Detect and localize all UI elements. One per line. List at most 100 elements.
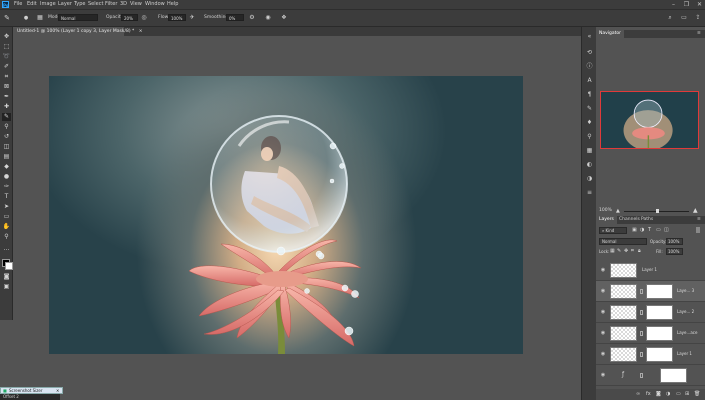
blur-tool-icon[interactable]: ◆ [2, 163, 11, 171]
history-brush-tool-icon[interactable]: ↺ [2, 133, 11, 141]
close-window-button[interactable]: ✕ [695, 0, 704, 9]
more-tools-icon[interactable]: … [2, 245, 11, 253]
mask-link-icon[interactable] [640, 331, 643, 336]
tab-layers[interactable]: Layers [596, 216, 617, 224]
layer-fill-field[interactable]: 100% [666, 248, 683, 255]
mask-link-icon[interactable] [640, 289, 643, 294]
new-layer-icon[interactable]: ⊞ [685, 391, 689, 397]
menu-view[interactable]: View [130, 1, 142, 7]
crop-tool-icon[interactable]: ⌗ [2, 73, 11, 81]
lasso-tool-icon[interactable]: ➰ [2, 53, 11, 61]
smoothing-field[interactable]: 0% [226, 14, 244, 21]
adjustments-panel-icon[interactable]: ◑ [585, 175, 594, 183]
workspace-icon[interactable]: ▭ [680, 14, 688, 22]
brush-settings-panel-icon[interactable]: ✎ [585, 105, 594, 113]
mask-link-icon[interactable] [640, 373, 643, 378]
menu-type[interactable]: Type [74, 1, 85, 7]
marquee-tool-icon[interactable]: ⬚ [2, 43, 11, 51]
menu-file[interactable]: File [14, 1, 22, 7]
filter-toggle[interactable] [696, 227, 700, 233]
layer-mask-thumbnail[interactable] [646, 347, 673, 362]
tab-paths[interactable]: Paths [638, 216, 656, 224]
offset-tile-bar[interactable]: Offset 2 [0, 394, 60, 400]
link-layers-icon[interactable]: ∞ [636, 391, 640, 397]
zoom-out-icon[interactable]: ▲ [616, 208, 620, 214]
layer-name[interactable]: Layer 1 [642, 267, 657, 272]
character-panel-icon[interactable]: A [585, 77, 594, 85]
info-panel-icon[interactable]: ⓘ [585, 63, 594, 71]
brush-settings-icon[interactable]: ▦ [36, 14, 44, 22]
layer-name[interactable]: Laye... 3 [677, 288, 694, 293]
layer-thumbnail[interactable] [610, 326, 637, 341]
frame-tool-icon[interactable]: ⊠ [2, 83, 11, 91]
menu-select[interactable]: Select [88, 1, 103, 7]
brushes-panel-icon[interactable]: ♦ [585, 119, 594, 127]
visibility-eye-icon[interactable]: ◉ [600, 288, 606, 294]
pressure-size-icon[interactable]: ◉ [264, 14, 272, 22]
background-color-swatch[interactable] [5, 262, 13, 270]
lock-transparent-icon[interactable]: ▦ [610, 248, 615, 254]
filter-pixel-icon[interactable]: ▣ [632, 227, 637, 233]
brush-tool-icon[interactable]: ✎ [2, 113, 11, 121]
filter-type-icon[interactable]: T [648, 227, 651, 233]
visibility-eye-icon[interactable]: ◉ [600, 330, 606, 336]
lock-all-icon[interactable]: 🔒︎ [638, 248, 641, 254]
pressure-opacity-icon[interactable]: ◎ [140, 14, 148, 22]
layer-thumbnail[interactable] [610, 263, 637, 278]
clone-stamp-tool-icon[interactable]: ⚲ [2, 123, 11, 131]
zoom-tool-icon[interactable]: ⚲ [2, 233, 11, 241]
layer-thumbnail[interactable] [610, 347, 637, 362]
clone-source-panel-icon[interactable]: ⚲ [585, 133, 594, 141]
mask-link-icon[interactable] [640, 352, 643, 357]
search-icon[interactable]: ⌕ [666, 14, 674, 22]
document-tab[interactable]: Untitled-1 @ 100% (Layer 1 copy 3, Layer… [14, 27, 142, 36]
layer-mask-thumbnail[interactable] [646, 284, 673, 299]
type-tool-icon[interactable]: T [2, 193, 11, 201]
new-group-icon[interactable]: ▭ [676, 391, 681, 397]
visibility-eye-icon[interactable]: ◉ [600, 372, 606, 378]
move-tool-icon[interactable]: ✥ [2, 33, 11, 41]
close-tab-icon[interactable]: × [139, 29, 143, 34]
menu-edit[interactable]: Edit [27, 1, 37, 7]
airbrush-icon[interactable]: ✈ [188, 14, 196, 22]
layer-row[interactable]: ◉ ƒ [596, 365, 705, 386]
zoom-value[interactable]: 100% [599, 208, 612, 213]
color-panel-icon[interactable]: ◐ [585, 161, 594, 169]
blend-mode-select[interactable]: Normal [599, 238, 647, 245]
layer-row[interactable]: ◉ Laye... 2 [596, 302, 705, 323]
lock-image-icon[interactable]: ✎ [617, 248, 621, 254]
menu-filter[interactable]: Filter [105, 1, 117, 7]
minimize-button[interactable]: – [669, 0, 678, 9]
zoom-slider-handle[interactable] [656, 209, 659, 213]
layers-panel-menu-icon[interactable]: ≡ [694, 216, 704, 224]
layer-name[interactable]: Laye...ace [677, 330, 697, 335]
filter-shape-icon[interactable]: ▭ [656, 227, 661, 233]
visibility-eye-icon[interactable]: ◉ [600, 309, 606, 315]
lock-artboard-icon[interactable]: ⌗ [631, 248, 634, 254]
add-mask-icon[interactable]: ◙ [656, 391, 661, 397]
new-adjustment-icon[interactable]: ◑ [666, 391, 670, 397]
layer-mask-thumbnail[interactable] [646, 326, 673, 341]
quick-mask-icon[interactable]: ◙ [2, 273, 11, 281]
layer-filter-select[interactable]: ⌕ Kind [599, 227, 627, 234]
delete-layer-icon[interactable]: 🗑︎ [694, 391, 700, 397]
screenshot-sizer-window[interactable]: ■ Screenshot Sizer ✕ [0, 387, 63, 394]
menu-layer[interactable]: Layer [58, 1, 72, 7]
hand-tool-icon[interactable]: ✋ [2, 223, 11, 231]
swatches-panel-icon[interactable]: ▦ [585, 147, 594, 155]
history-panel-icon[interactable]: ⟲ [585, 49, 594, 57]
smoothing-settings-gear-icon[interactable]: ⚙ [248, 14, 256, 22]
layer-style-icon[interactable]: fx [646, 391, 651, 397]
layer-mask-thumbnail[interactable] [660, 368, 687, 383]
share-icon[interactable]: ⇪ [694, 14, 702, 22]
menu-window[interactable]: Window [145, 1, 165, 7]
brush-size-icon[interactable]: ● [22, 14, 30, 22]
layer-opacity-field[interactable]: 100% [666, 238, 683, 245]
brush-tool-preset-icon[interactable]: ✎ [3, 14, 11, 22]
zoom-in-icon[interactable]: ▲ [693, 207, 698, 214]
tab-navigator[interactable]: Navigator [596, 30, 625, 38]
layer-mask-thumbnail[interactable] [646, 305, 673, 320]
layer-row[interactable]: ◉ Layer 1 [596, 260, 705, 281]
path-selection-tool-icon[interactable]: ➤ [2, 203, 11, 211]
symmetry-icon[interactable]: ❖ [280, 14, 288, 22]
